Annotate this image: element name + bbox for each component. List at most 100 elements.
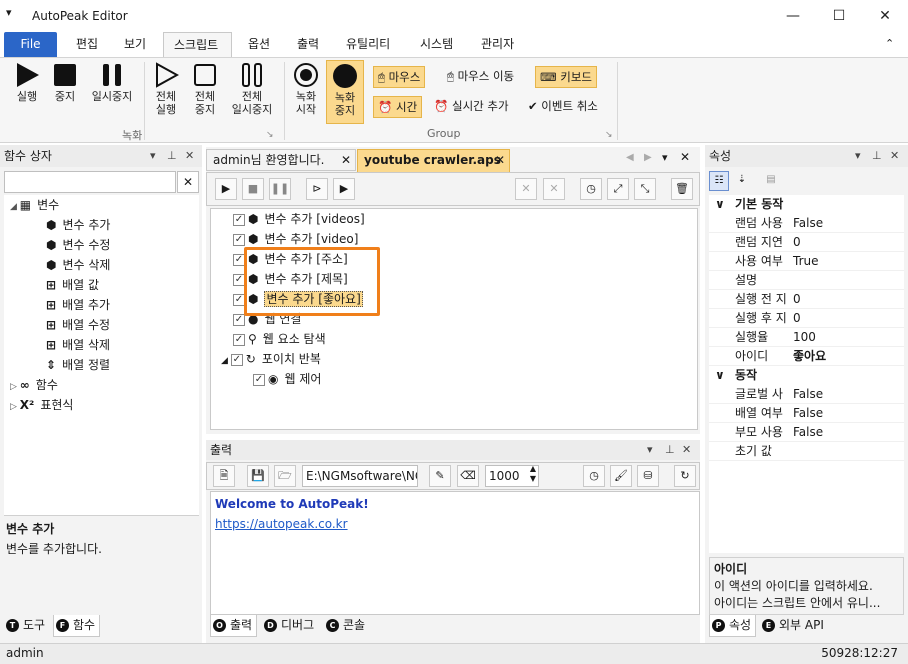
panel-menu-icon[interactable]: ▾	[150, 145, 156, 167]
tab-tools[interactable]: T 도구	[4, 615, 50, 637]
panel-menu-icon[interactable]: ▾	[855, 145, 861, 167]
doc-tab-welcome[interactable]: admin님 환영합니다. ✕	[206, 149, 356, 171]
line-limit-stepper[interactable]: 1000 ▲ ▼	[485, 464, 539, 487]
time-stamp-button[interactable]: ◷	[583, 465, 605, 487]
time-toggle[interactable]: ⏰ 시간	[373, 96, 423, 118]
tab-system[interactable]: 시스템	[410, 32, 463, 57]
scroll-right-icon[interactable]: ▶	[644, 152, 652, 163]
maximize-button[interactable]: ☐	[816, 0, 862, 32]
enabled-checkbox[interactable]: ✓	[233, 333, 245, 346]
pin-icon[interactable]: ⊥	[665, 440, 675, 460]
tab-file[interactable]: File	[4, 32, 57, 57]
timer-button[interactable]: ◷	[580, 178, 602, 200]
property-row[interactable]: 초기 값	[709, 442, 904, 461]
stop-button[interactable]: 중지	[49, 62, 81, 103]
property-row[interactable]: 실행 후 지 0	[709, 309, 904, 328]
enabled-checkbox[interactable]: ✓	[233, 213, 245, 226]
tab-external-api[interactable]: E 외부 API	[760, 615, 828, 637]
collapse-button[interactable]: ⤡	[634, 178, 656, 200]
chevron-down-icon[interactable]: ∨	[715, 195, 725, 214]
mouse-move-toggle[interactable]: 🖱 마우스 이동	[443, 66, 518, 88]
property-value[interactable]: False	[793, 423, 823, 442]
tab-script[interactable]: 스크립트	[163, 32, 232, 57]
record-start-button[interactable]: 녹화 시작	[289, 62, 323, 116]
property-value[interactable]: 0	[793, 290, 801, 309]
log-link[interactable]: https://autopeak.co.kr	[215, 514, 695, 534]
clear-output-button[interactable]: ⌫	[457, 465, 479, 487]
delete-button[interactable]: 🗑	[671, 178, 693, 200]
script-run-button[interactable]: ▶	[215, 178, 237, 200]
group-launcher-icon[interactable]: ↘	[266, 130, 274, 140]
doc-menu-icon[interactable]: ▾	[662, 151, 668, 164]
fill-button[interactable]: ⛁	[637, 465, 659, 487]
stepper-arrows-icon[interactable]: ▲ ▼	[530, 464, 536, 484]
property-value[interactable]: 0	[793, 233, 801, 252]
doc-close-icon[interactable]: ✕	[680, 150, 690, 164]
chevron-down-icon[interactable]: ∨	[715, 366, 725, 385]
function-tree-item[interactable]: ⊞ 배열 수정	[4, 315, 199, 335]
run-all-button[interactable]: 전체 실행	[149, 62, 183, 116]
property-value[interactable]: False	[793, 404, 823, 423]
property-row[interactable]: 아이디 좋아요	[709, 347, 904, 366]
function-tree-item[interactable]: ◢ ▦ 변수	[4, 195, 199, 215]
script-tree-item[interactable]: ✓ ⚲ 웹 요소 탐색	[211, 329, 697, 349]
property-category[interactable]: ∨ 기본 동작	[709, 195, 904, 214]
remove-button[interactable]: ✕	[515, 178, 537, 200]
function-tree-item[interactable]: ▷ X² 표현식	[4, 395, 199, 415]
enabled-checkbox[interactable]: ✓	[253, 373, 265, 386]
property-row[interactable]: 글로벌 사 False	[709, 385, 904, 404]
property-row[interactable]: 랜덤 지연 0	[709, 233, 904, 252]
refresh-button[interactable]: ↻	[674, 465, 696, 487]
function-tree-item[interactable]: ⬢ 변수 추가	[4, 215, 199, 235]
function-tree-item[interactable]: ⬢ 변수 삭제	[4, 255, 199, 275]
doc-tab-close-icon[interactable]: ✕	[495, 150, 505, 170]
script-tree-item[interactable]: ✓ ⬢ 변수 추가 [video]	[211, 229, 697, 249]
sort-alpha-button[interactable]: ⇣	[732, 171, 752, 191]
collapsed-icon[interactable]: ▷	[10, 402, 20, 412]
tab-output-log[interactable]: O 출력	[210, 615, 258, 637]
script-tree-item[interactable]: ✓ ⬢ 변수 추가 [videos]	[211, 209, 697, 229]
brush-button[interactable]: 🖌	[610, 465, 632, 487]
property-row[interactable]: 설명	[709, 271, 904, 290]
property-row[interactable]: 랜덤 사용 False	[709, 214, 904, 233]
property-value[interactable]: 0	[793, 309, 801, 328]
function-tree-item[interactable]: ⊞ 배열 값	[4, 275, 199, 295]
scroll-left-icon[interactable]: ◀	[626, 152, 634, 163]
property-value[interactable]: 100	[793, 328, 816, 347]
property-row[interactable]: 사용 여부 True	[709, 252, 904, 271]
function-tree-item[interactable]: ⬢ 변수 수정	[4, 235, 199, 255]
panel-menu-icon[interactable]: ▾	[647, 440, 653, 460]
script-tree-item[interactable]: ✓ ◉ 웹 제어	[211, 369, 697, 389]
categorized-button[interactable]: ☷	[709, 171, 729, 191]
doc-tab-close-icon[interactable]: ✕	[341, 150, 351, 170]
property-value[interactable]: False	[793, 385, 823, 404]
system-menu-icon[interactable]: ▾	[6, 6, 12, 19]
expanded-icon[interactable]: ◢	[221, 356, 231, 366]
group-launcher-icon[interactable]: ↘	[605, 130, 613, 140]
record-stop-button[interactable]: 녹화 중지	[326, 60, 364, 124]
stop-all-button[interactable]: 전체 중지	[188, 62, 222, 116]
close-button[interactable]: ✕	[862, 0, 908, 32]
script-stop-button[interactable]: ■	[242, 178, 264, 200]
collapsed-icon[interactable]: ▷	[10, 382, 20, 392]
property-value[interactable]: True	[793, 252, 819, 271]
tab-console[interactable]: C 콘솔	[324, 615, 369, 637]
doc-tab-crawler[interactable]: youtube crawler.aps ✕	[357, 149, 510, 172]
mouse-toggle[interactable]: 🖱 마우스	[373, 66, 426, 88]
pause-button[interactable]: 일시중지	[86, 62, 138, 103]
step-button[interactable]: ⊳	[306, 178, 328, 200]
function-tree-item[interactable]: ⊞ 배열 추가	[4, 295, 199, 315]
tab-properties[interactable]: P 속성	[709, 615, 757, 637]
step-run-button[interactable]: ▶	[333, 178, 355, 200]
tab-output[interactable]: 출력	[287, 32, 329, 57]
function-tree-item[interactable]: ⇕ 배열 정렬	[4, 355, 199, 375]
panel-close-icon[interactable]: ✕	[682, 440, 691, 460]
property-row[interactable]: 실행 전 지 0	[709, 290, 904, 309]
pin-icon[interactable]: ⊥	[872, 145, 882, 167]
minimize-button[interactable]: —	[770, 0, 816, 32]
pin-icon[interactable]: ⊥	[167, 145, 177, 167]
property-value[interactable]: 좋아요	[793, 347, 826, 366]
expanded-icon[interactable]: ◢	[10, 202, 20, 212]
open-folder-button[interactable]: 🗁	[274, 465, 296, 487]
tab-utility[interactable]: 유틸리티	[336, 32, 400, 57]
